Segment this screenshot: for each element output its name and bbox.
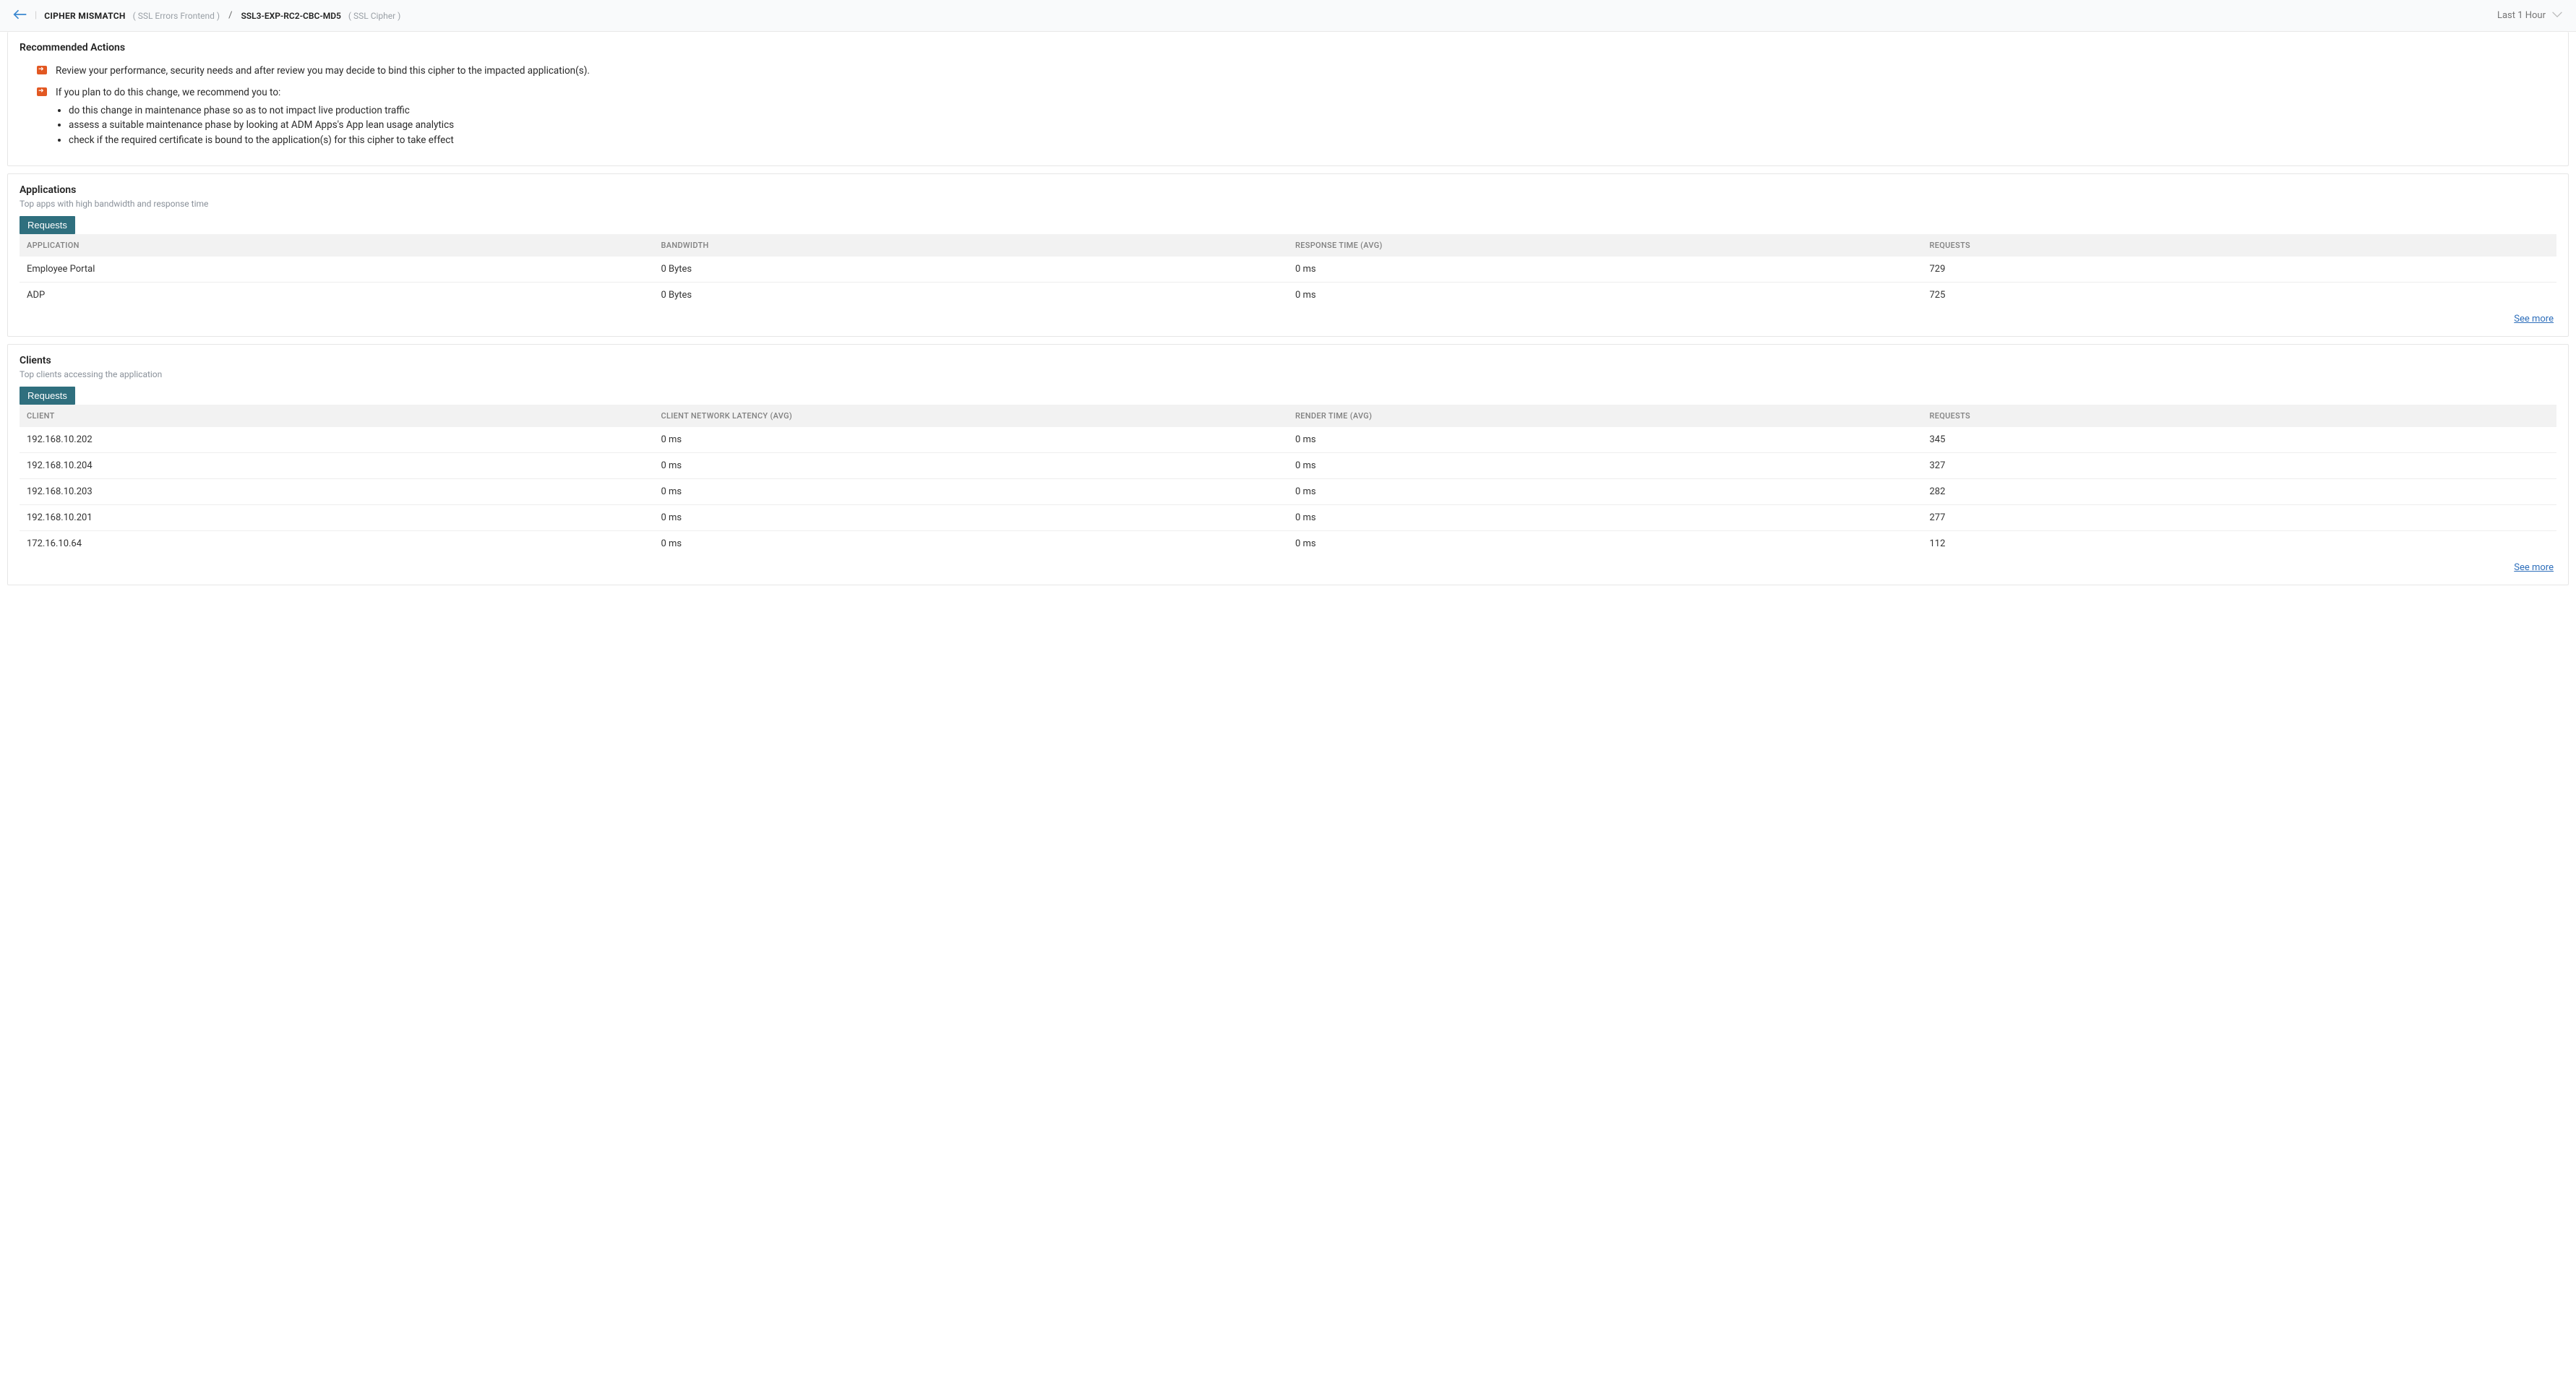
table-row: Employee Portal 0 Bytes 0 ms 729 [20,257,2556,283]
cell-requests: 277 [1923,505,2557,531]
applications-subtitle: Top apps with high bandwidth and respons… [20,199,2556,209]
cell-render-time: 0 ms [1288,427,1923,453]
cell-response-time: 0 ms [1288,283,1923,309]
time-range-label: Last 1 Hour [2497,10,2546,21]
breadcrumb: | CIPHER MISMATCH ( SSL Errors Frontend … [13,9,400,23]
see-more-row: See more [20,556,2556,574]
cell-client: 172.16.10.64 [20,531,654,557]
table-row: 172.16.10.64 0 ms 0 ms 112 [20,531,2556,557]
cell-bandwidth: 0 Bytes [654,283,1289,309]
cell-requests: 327 [1923,453,2557,479]
cell-client: 192.168.10.203 [20,479,654,505]
recommended-text: If you plan to do this change, we recomm… [56,85,454,100]
cell-requests: 725 [1923,283,2557,309]
table-row: 192.168.10.201 0 ms 0 ms 277 [20,505,2556,531]
table-row: 192.168.10.203 0 ms 0 ms 282 [20,479,2556,505]
applications-see-more-link[interactable]: See more [2514,314,2554,324]
cell-render-time: 0 ms [1288,453,1923,479]
applications-title: Applications [20,184,2556,196]
recommended-sublist: do this change in maintenance phase so a… [69,103,454,149]
cell-render-time: 0 ms [1288,531,1923,557]
cell-render-time: 0 ms [1288,479,1923,505]
cell-requests: 282 [1923,479,2557,505]
cell-latency: 0 ms [654,427,1289,453]
col-requests[interactable]: REQUESTS [1923,234,2557,257]
cell-latency: 0 ms [654,479,1289,505]
col-requests[interactable]: REQUESTS [1923,405,2557,427]
recommended-item: If you plan to do this change, we recomm… [37,85,2556,148]
col-bandwidth[interactable]: BANDWIDTH [654,234,1289,257]
recommended-subitem: do this change in maintenance phase so a… [69,103,454,119]
applications-panel: Applications Top apps with high bandwidt… [7,173,2569,337]
cell-client: 192.168.10.202 [20,427,654,453]
clients-see-more-link[interactable]: See more [2514,562,2554,573]
recommended-list: Review your performance, security needs … [20,64,2556,148]
table-header-row: APPLICATION BANDWIDTH RESPONSE TIME (AVG… [20,234,2556,257]
breadcrumb-slash: / [228,10,232,21]
col-response-time[interactable]: RESPONSE TIME (AVG) [1288,234,1923,257]
cell-client: 192.168.10.201 [20,505,654,531]
applications-table: APPLICATION BANDWIDTH RESPONSE TIME (AVG… [20,234,2556,308]
recommended-item: Review your performance, security needs … [37,64,2556,78]
table-header-row: CLIENT CLIENT NETWORK LATENCY (AVG) REND… [20,405,2556,427]
cell-requests: 729 [1923,257,2557,283]
col-application[interactable]: APPLICATION [20,234,654,257]
cell-client: 192.168.10.204 [20,453,654,479]
back-arrow-icon[interactable] [13,9,27,23]
col-latency[interactable]: CLIENT NETWORK LATENCY (AVG) [654,405,1289,427]
clients-subtitle: Top clients accessing the application [20,369,2556,379]
clients-title: Clients [20,355,2556,366]
recommended-subitem: assess a suitable maintenance phase by l… [69,118,454,133]
col-render-time[interactable]: RENDER TIME (AVG) [1288,405,1923,427]
recommended-actions-panel: Recommended Actions Review your performa… [7,32,2569,166]
breadcrumb-main-sub: ( SSL Errors Frontend ) [133,11,220,21]
divider: | [35,10,37,21]
cell-latency: 0 ms [654,531,1289,557]
action-arrow-icon [37,66,47,74]
cell-requests: 112 [1923,531,2557,557]
top-bar: | CIPHER MISMATCH ( SSL Errors Frontend … [0,0,2576,32]
cell-render-time: 0 ms [1288,505,1923,531]
breadcrumb-second-sub: ( SSL Cipher ) [348,11,400,21]
cell-application: Employee Portal [20,257,654,283]
recommended-title: Recommended Actions [20,42,2556,53]
see-more-row: See more [20,308,2556,326]
table-row: 192.168.10.204 0 ms 0 ms 327 [20,453,2556,479]
clients-table: CLIENT CLIENT NETWORK LATENCY (AVG) REND… [20,405,2556,556]
cell-latency: 0 ms [654,453,1289,479]
cell-response-time: 0 ms [1288,257,1923,283]
clients-panel: Clients Top clients accessing the applic… [7,344,2569,585]
applications-requests-button[interactable]: Requests [20,216,75,234]
cell-requests: 345 [1923,427,2557,453]
recommended-text: Review your performance, security needs … [56,64,590,78]
cell-application: ADP [20,283,654,309]
chevron-down-icon [2551,10,2563,21]
breadcrumb-main[interactable]: CIPHER MISMATCH [44,11,125,21]
time-range-selector[interactable]: Last 1 Hour [2497,10,2563,21]
breadcrumb-second: SSL3-EXP-RC2-CBC-MD5 [241,11,340,21]
col-client[interactable]: CLIENT [20,405,654,427]
recommended-subitem: check if the required certificate is bou… [69,133,454,148]
clients-requests-button[interactable]: Requests [20,387,75,405]
table-row: 192.168.10.202 0 ms 0 ms 345 [20,427,2556,453]
action-arrow-icon [37,87,47,96]
table-row: ADP 0 Bytes 0 ms 725 [20,283,2556,309]
cell-latency: 0 ms [654,505,1289,531]
cell-bandwidth: 0 Bytes [654,257,1289,283]
